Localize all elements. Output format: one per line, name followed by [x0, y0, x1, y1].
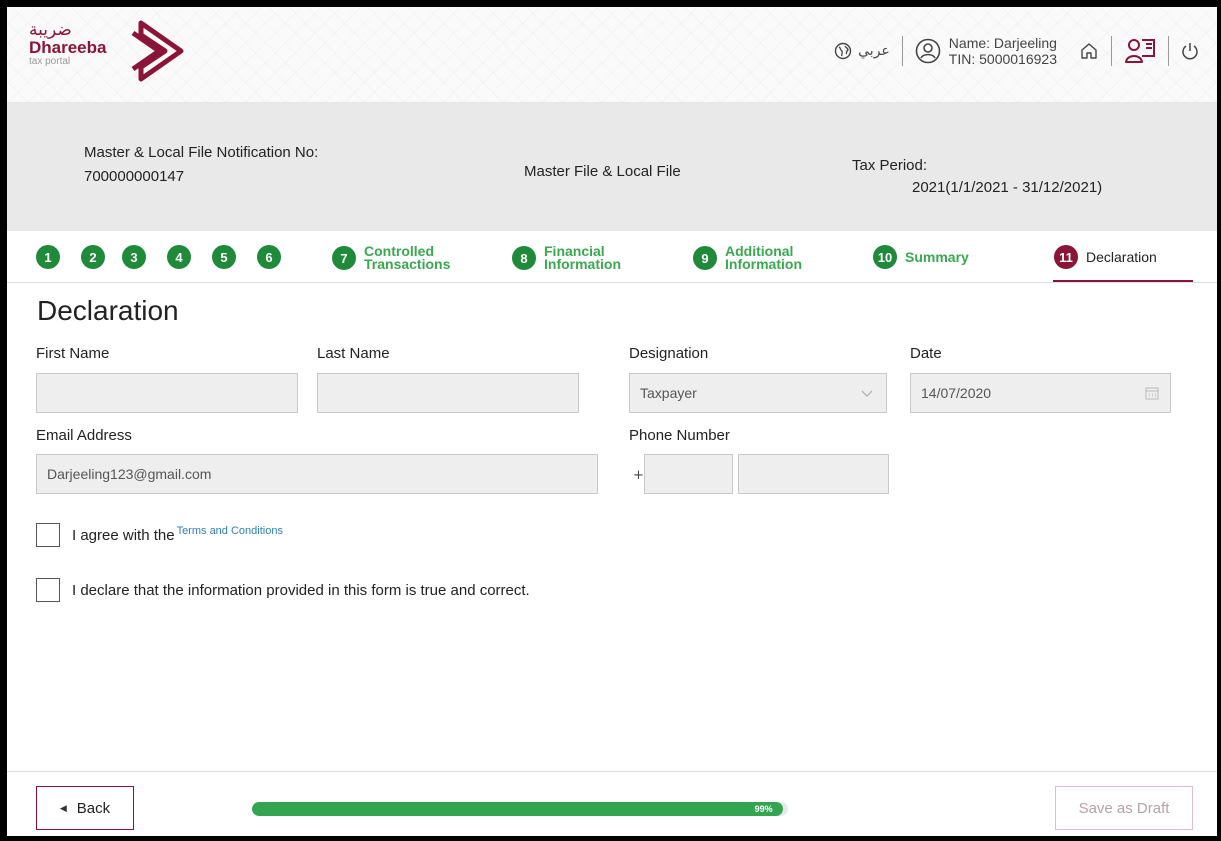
step-number: 11 [1054, 245, 1078, 269]
declaration-checkbox[interactable] [36, 578, 60, 602]
step-financial-information[interactable]: 8 Financial Information [512, 244, 621, 272]
declaration-text: I declare that the information provided … [72, 581, 530, 599]
phone-plus-sign: + [633, 468, 644, 483]
tax-period-value: 2021(1/1/2021 - 31/12/2021) [912, 179, 1103, 196]
last-name-label: Last Name [317, 345, 390, 362]
file-type: Master File & Local File [524, 163, 681, 180]
chevron-down-icon [861, 390, 873, 397]
language-label: عربي [858, 43, 890, 59]
last-name-field[interactable] [317, 373, 579, 413]
step-number: 9 [693, 246, 717, 270]
step-label-line: Transactions [364, 256, 451, 272]
progress-label: 99% [754, 804, 773, 814]
footer-bar: ◀ Back 99% Save as Draft [7, 771, 1217, 836]
step-number: 5 [212, 245, 236, 269]
page-title: Declaration [37, 295, 179, 326]
calendar-icon[interactable] [1144, 385, 1160, 401]
step-number: 3 [122, 245, 146, 269]
terms-text: I agree with the [72, 526, 175, 544]
logo-sub-text: tax portal [29, 56, 71, 67]
step-number: 1 [36, 245, 60, 269]
step-additional-information[interactable]: 9 Additional Information [693, 244, 802, 272]
step-label: Declaration [1086, 248, 1157, 265]
app-window: ضريبة Dhareeba tax portal عربي Name: Dar… [7, 7, 1217, 836]
terms-checkbox[interactable] [36, 523, 60, 547]
taxpayer-guide-button[interactable] [1124, 36, 1156, 66]
step-number: 8 [512, 246, 536, 270]
filing-info-bar: Master & Local File Notification No: 700… [7, 103, 1217, 231]
step-6[interactable]: 6 [257, 245, 281, 269]
step-3[interactable]: 3 [122, 245, 146, 269]
logo-name-text: Dhareeba [29, 38, 107, 57]
notification-number: 700000000147 [84, 168, 185, 185]
step-controlled-transactions[interactable]: 7 Controlled Transactions [332, 244, 451, 272]
power-icon [1182, 43, 1198, 60]
first-name-label: First Name [36, 345, 110, 362]
phone-number-field[interactable] [738, 454, 889, 494]
user-icon [915, 38, 941, 64]
user-name: Name: Darjeeling [948, 35, 1057, 51]
designation-value: Taxpayer [640, 385, 697, 401]
divider [901, 36, 903, 66]
step-number: 7 [332, 246, 356, 270]
terms-link[interactable]: Terms and Conditions [177, 525, 283, 537]
declaration-checkbox-row: I declare that the information provided … [36, 578, 530, 602]
user-book-icon [1125, 39, 1155, 63]
phone-country-code-field[interactable] [644, 454, 733, 494]
email-label: Email Address [36, 427, 132, 444]
tax-period-label: Tax Period: [852, 157, 928, 174]
step-number: 2 [81, 245, 105, 269]
step-label: Summary [905, 248, 969, 265]
first-name-field[interactable] [36, 373, 298, 413]
tax-period-info: Tax Period: 2021(1/1/2021 - 31/12/2021) [852, 155, 1102, 199]
back-arrow-icon: ◀ [59, 802, 67, 813]
step-label-line: Information [725, 256, 802, 272]
date-label: Date [910, 345, 942, 362]
step-number: 4 [167, 245, 191, 269]
step-summary[interactable]: 10 Summary [873, 245, 969, 269]
step-2[interactable]: 2 [81, 245, 105, 269]
step-declaration[interactable]: 11 Declaration [1054, 245, 1157, 269]
logout-button[interactable] [1181, 41, 1199, 61]
date-value: 14/07/2020 [921, 385, 992, 401]
terms-checkbox-row: I agree with the Terms and Conditions [36, 523, 283, 547]
top-header: ضريبة Dhareeba tax portal عربي Name: Dar… [7, 7, 1217, 103]
logo-arabic-text: ضريبة [29, 20, 72, 40]
user-profile[interactable]: Name: Darjeeling TIN: 5000016923 [915, 35, 1057, 67]
email-field[interactable]: Darjeeling123@gmail.com [36, 454, 598, 494]
divider [1111, 36, 1112, 66]
notification-info: Master & Local File Notification No: 700… [84, 141, 318, 189]
user-info: Name: Darjeeling TIN: 5000016923 [949, 35, 1057, 67]
back-button[interactable]: ◀ Back [36, 786, 134, 830]
home-button[interactable] [1079, 41, 1099, 61]
date-field[interactable]: 14/07/2020 [910, 373, 1171, 413]
globe-icon [834, 42, 852, 60]
step-number: 10 [873, 245, 897, 269]
step-4[interactable]: 4 [167, 245, 191, 269]
step-label: Additional Information [725, 244, 802, 272]
phone-label: Phone Number [629, 427, 730, 444]
notification-label: Master & Local File Notification No: [84, 144, 319, 161]
step-label: Financial Information [544, 244, 621, 272]
language-switch[interactable]: عربي [834, 42, 890, 60]
header-actions: عربي Name: Darjeeling TIN: 5000016923 [834, 31, 1199, 71]
step-label-line: Information [544, 256, 621, 272]
designation-select[interactable]: Taxpayer [629, 373, 887, 413]
designation-label: Designation [629, 345, 709, 362]
step-label: Controlled Transactions [364, 244, 451, 272]
save-as-draft-button[interactable]: Save as Draft [1055, 786, 1193, 830]
progress-bar: 99% [252, 802, 788, 816]
dhareeba-logo[interactable]: ضريبة Dhareeba tax portal [29, 21, 106, 67]
back-label: Back [76, 799, 111, 817]
logo-chevron-mark-icon [131, 20, 184, 82]
divider [1168, 36, 1169, 66]
user-tin: TIN: 5000016923 [948, 51, 1057, 67]
home-icon [1081, 43, 1097, 59]
active-step-underline [1053, 280, 1193, 282]
wizard-steps: 1 2 3 4 5 6 7 Controlled Transactions 8 … [7, 231, 1217, 283]
step-number: 6 [257, 245, 281, 269]
step-1[interactable]: 1 [36, 245, 60, 269]
step-5[interactable]: 5 [212, 245, 236, 269]
